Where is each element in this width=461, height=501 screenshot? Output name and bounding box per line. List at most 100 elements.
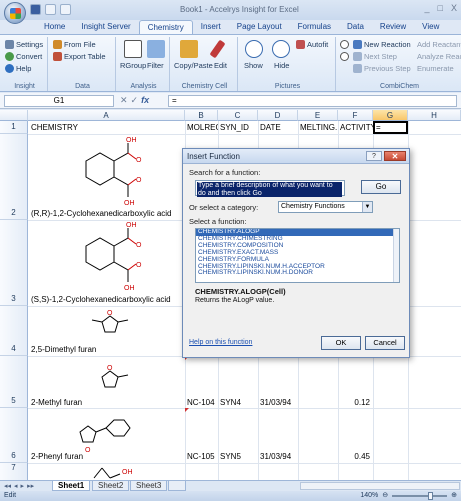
save-icon[interactable] bbox=[30, 4, 41, 15]
cell-a3[interactable]: (S,S)-1,2-Cyclohexanedicarboxylic acid bbox=[31, 295, 185, 304]
help-on-function-link[interactable]: Help on this function bbox=[189, 339, 252, 346]
filter-button[interactable]: Filter bbox=[147, 61, 164, 70]
new-reaction-button[interactable]: New Reaction bbox=[353, 40, 411, 49]
row-header-3[interactable]: 3 bbox=[0, 220, 28, 306]
column-header-a[interactable]: A bbox=[28, 110, 185, 121]
function-item[interactable]: CHEMISTRY.LIPINSKI.NUM.H.DONOR bbox=[196, 270, 399, 277]
tab-chemistry[interactable]: Chemistry bbox=[138, 20, 193, 34]
column-header-f[interactable]: F bbox=[338, 110, 373, 121]
cell-f1[interactable]: ACTIVITY bbox=[340, 123, 373, 132]
column-header-g[interactable]: G bbox=[373, 110, 408, 121]
tab-review[interactable]: Review bbox=[372, 20, 414, 34]
tab-insight-server[interactable]: Insight Server bbox=[73, 20, 138, 34]
cell-a1[interactable]: CHEMISTRY bbox=[31, 123, 181, 132]
tab-insert[interactable]: Insert bbox=[193, 20, 229, 34]
cell-d1[interactable]: DATE bbox=[260, 123, 298, 132]
cell-c1[interactable]: SYN_ID bbox=[220, 123, 258, 132]
column-header-d[interactable]: D bbox=[258, 110, 298, 121]
cell-b5[interactable]: NC-104 bbox=[187, 398, 218, 407]
cell-b6[interactable]: NC-105 bbox=[187, 452, 218, 461]
column-header-e[interactable]: E bbox=[298, 110, 338, 121]
maximize-button[interactable]: □ bbox=[438, 3, 443, 13]
copy-paste-button[interactable]: Copy/Paste bbox=[174, 61, 213, 70]
first-sheet-icon[interactable]: ◂◂ bbox=[4, 482, 11, 490]
show-button[interactable]: Show bbox=[244, 61, 263, 70]
insert-sheet-tab[interactable] bbox=[168, 481, 186, 491]
select-all-corner[interactable] bbox=[0, 110, 28, 121]
function-list[interactable]: CHEMISTRY.ALOGP CHEMISTRY.CHIMESTRING CH… bbox=[195, 228, 400, 283]
cell-a2[interactable]: (R,R)-1,2-Cyclohexanedicarboxylic acid bbox=[31, 209, 185, 218]
function-list-scrollbar[interactable] bbox=[393, 229, 399, 282]
office-button[interactable] bbox=[4, 2, 26, 24]
tab-page-layout[interactable]: Page Layout bbox=[229, 20, 290, 34]
cell-f6[interactable]: 0.45 bbox=[340, 452, 370, 461]
row-header-5[interactable]: 5 bbox=[0, 356, 28, 408]
dialog-help-button[interactable]: ? bbox=[366, 151, 382, 161]
sheet-tab-sheet3[interactable]: Sheet3 bbox=[130, 481, 168, 491]
cell-e1[interactable]: MELTING.I bbox=[300, 123, 338, 132]
cell-a4[interactable]: 2,5-Dimethyl furan bbox=[31, 345, 185, 354]
tab-formulas[interactable]: Formulas bbox=[290, 20, 339, 34]
cancel-edit-icon[interactable]: ✕ bbox=[120, 95, 128, 106]
sheet-tab-sheet2[interactable]: Sheet2 bbox=[92, 481, 130, 491]
dialog-title-bar[interactable]: Insert Function ? ✕ bbox=[183, 149, 409, 164]
enumerate-button[interactable]: Enumerate bbox=[417, 64, 454, 73]
row-header-6[interactable]: 6 bbox=[0, 408, 28, 463]
convert-button[interactable]: Convert bbox=[5, 52, 42, 61]
ok-button[interactable]: OK bbox=[321, 336, 361, 350]
settings-button[interactable]: Settings bbox=[5, 40, 43, 49]
close-window-button[interactable]: X bbox=[451, 3, 457, 13]
last-sheet-icon[interactable]: ▸▸ bbox=[27, 482, 34, 490]
column-header-b[interactable]: B bbox=[185, 110, 218, 121]
row-header-2[interactable]: 2 bbox=[0, 134, 28, 220]
export-table-button[interactable]: Export Table bbox=[53, 52, 106, 61]
redo-icon[interactable] bbox=[60, 4, 71, 15]
row-header-7[interactable]: 7 bbox=[0, 463, 28, 480]
next-sheet-icon[interactable]: ▸ bbox=[21, 482, 25, 490]
go-button[interactable]: Go bbox=[361, 180, 401, 194]
tab-data[interactable]: Data bbox=[339, 20, 372, 34]
cell-a5[interactable]: 2-Methyl furan bbox=[31, 398, 185, 407]
zoom-slider[interactable] bbox=[392, 492, 448, 500]
zoom-level[interactable]: 140% bbox=[360, 491, 378, 501]
insert-function-icon[interactable]: fx bbox=[141, 95, 149, 106]
name-box[interactable]: G1 bbox=[4, 95, 114, 107]
next-step-button[interactable]: Next Step bbox=[353, 52, 397, 61]
minimize-button[interactable]: _ bbox=[425, 3, 430, 13]
hide-button[interactable]: Hide bbox=[274, 61, 289, 70]
function-search-input[interactable]: Type a brief description of what you wan… bbox=[195, 180, 345, 197]
from-file-button[interactable]: From File bbox=[53, 40, 96, 49]
cell-a6[interactable]: 2-Phenyl furan bbox=[31, 452, 185, 461]
cancel-button[interactable]: Cancel bbox=[365, 336, 405, 350]
row-header-4[interactable]: 4 bbox=[0, 306, 28, 356]
zoom-out-icon[interactable] bbox=[340, 52, 349, 61]
cell-g1-active[interactable]: = bbox=[373, 121, 408, 134]
cell-b1[interactable]: MOLREGN bbox=[187, 123, 218, 132]
cell-f5[interactable]: 0.12 bbox=[340, 398, 370, 407]
zoom-out-icon[interactable]: ⊖ bbox=[382, 491, 388, 501]
previous-step-button[interactable]: Previous Step bbox=[353, 64, 411, 73]
autofit-button[interactable]: Autofit bbox=[296, 40, 328, 49]
cell-c6[interactable]: SYN5 bbox=[220, 452, 258, 461]
row-header-1[interactable]: 1 bbox=[0, 121, 28, 134]
chevron-down-icon[interactable]: ▼ bbox=[362, 202, 372, 212]
cell-d5[interactable]: 31/03/94 bbox=[260, 398, 298, 407]
help-button[interactable]: Help bbox=[5, 64, 31, 73]
enter-edit-icon[interactable]: ✓ bbox=[131, 95, 139, 106]
formula-input[interactable]: = bbox=[168, 95, 457, 107]
cell-c5[interactable]: SYN4 bbox=[220, 398, 258, 407]
analyze-reaction-button[interactable]: Analyze Reac bbox=[417, 52, 461, 61]
edit-button[interactable]: Edit bbox=[214, 61, 227, 70]
prev-sheet-icon[interactable]: ◂ bbox=[14, 482, 18, 490]
undo-icon[interactable] bbox=[45, 4, 56, 15]
rgroup-button[interactable]: RGroup bbox=[120, 61, 146, 70]
zoom-in-icon[interactable]: ⊕ bbox=[451, 491, 457, 501]
column-header-c[interactable]: C bbox=[218, 110, 258, 121]
horizontal-scrollbar[interactable] bbox=[300, 482, 460, 490]
zoom-in-icon[interactable] bbox=[340, 40, 349, 49]
tab-view[interactable]: View bbox=[414, 20, 447, 34]
zoom-slider-thumb[interactable] bbox=[428, 492, 434, 500]
column-header-h[interactable]: H bbox=[408, 110, 461, 121]
dialog-close-button[interactable]: ✕ bbox=[384, 151, 406, 161]
tab-home[interactable]: Home bbox=[36, 20, 73, 34]
